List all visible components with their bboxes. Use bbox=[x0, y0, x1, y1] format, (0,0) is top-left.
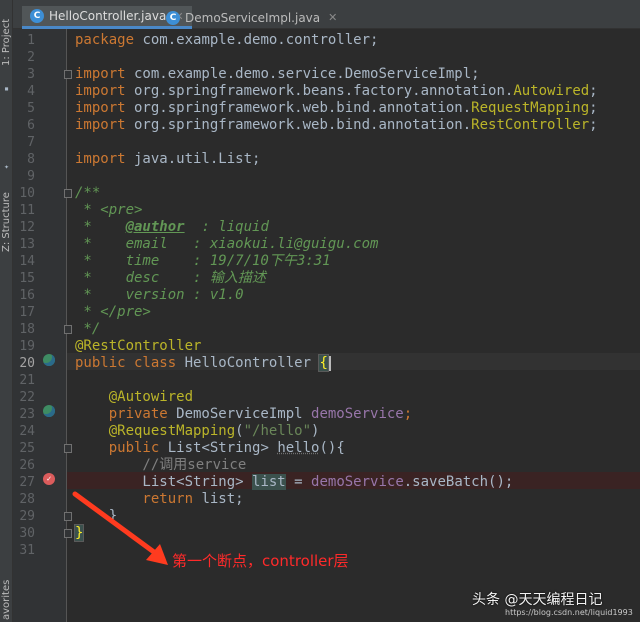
code-line-17: * </pre> bbox=[75, 304, 151, 320]
line-number: 12 bbox=[19, 220, 35, 235]
line-number: 7 bbox=[27, 135, 35, 150]
code-line-1: package com.example.demo.controller; bbox=[75, 32, 379, 48]
line-number: 4 bbox=[27, 84, 35, 99]
structure-icon: ▪ bbox=[4, 84, 9, 93]
code-line-6: import org.springframework.web.bind.anno… bbox=[75, 117, 598, 133]
code-line-13: * email : xiaokui.li@guigu.com bbox=[75, 236, 379, 252]
line-number: 24 bbox=[19, 424, 35, 439]
line-number: 13 bbox=[19, 237, 35, 252]
line-number: 21 bbox=[19, 373, 35, 388]
line-number: 30 bbox=[19, 526, 35, 541]
breakpoint-icon[interactable]: ✓ bbox=[43, 473, 55, 485]
code-line-3: import com.example.demo.service.DemoServ… bbox=[75, 66, 480, 82]
code-line-8: import java.util.List; bbox=[75, 151, 261, 167]
java-class-icon: C bbox=[30, 9, 44, 23]
annotation-label: 第一个断点，controller层 bbox=[172, 552, 349, 570]
line-number: 23 bbox=[19, 407, 35, 422]
line-number: 17 bbox=[19, 305, 35, 320]
editor-tab-bar: C HelloController.java ✕ C DemoServiceIm… bbox=[13, 0, 640, 29]
navigate-bean-icon[interactable] bbox=[43, 405, 55, 417]
line-number: 1 bbox=[27, 33, 35, 48]
code-line-27: List<String> list = demoService.saveBatc… bbox=[75, 474, 514, 490]
tab-label: DemoServiceImpl.java bbox=[185, 10, 321, 25]
line-number: 25 bbox=[19, 441, 35, 456]
code-line-16: * version : v1.0 bbox=[75, 287, 244, 303]
line-number: 8 bbox=[27, 152, 35, 167]
line-number: 26 bbox=[19, 458, 35, 473]
code-line-30: } bbox=[73, 524, 85, 542]
line-number: 9 bbox=[27, 169, 35, 184]
code-line-26: //调用service bbox=[75, 457, 247, 473]
code-line-23: private DemoServiceImpl demoService; bbox=[75, 406, 413, 422]
code-line-24: @RequestMapping("/hello") bbox=[75, 423, 320, 439]
line-number: 10 bbox=[19, 186, 35, 201]
line-number: 27 bbox=[19, 475, 35, 490]
structure-tool-label: Z: Structure bbox=[1, 192, 12, 252]
watermark-url: https://blog.csdn.net/liquid1993 bbox=[505, 608, 633, 617]
project-tool-tab[interactable]: 1: Project bbox=[0, 0, 13, 70]
code-line-12: * @author : liquid bbox=[75, 219, 269, 235]
line-number: 5 bbox=[27, 101, 35, 116]
code-line-14: * time : 19/7/10下午3:31 bbox=[75, 253, 331, 269]
line-number: 31 bbox=[19, 543, 35, 558]
hierarchy-icon: ✦ bbox=[4, 162, 9, 171]
code-line-19: @RestController bbox=[75, 338, 202, 354]
line-number: 11 bbox=[19, 203, 35, 218]
line-number: 19 bbox=[19, 339, 35, 354]
favorites-tool-tab[interactable]: avorites bbox=[0, 580, 13, 622]
watermark: 头条 @天天编程日记 bbox=[472, 592, 603, 608]
code-line-28: return list; bbox=[75, 491, 244, 507]
code-line-22: @Autowired bbox=[75, 389, 194, 405]
line-number: 2 bbox=[27, 50, 35, 65]
code-line-25: public List<String> hello(){ bbox=[75, 440, 345, 456]
project-tool-label: 1: Project bbox=[1, 18, 12, 66]
code-line-11: * <pre> bbox=[75, 202, 143, 218]
tab-label: HelloController.java bbox=[49, 9, 167, 23]
code-line-15: * desc : 输入描述 bbox=[75, 270, 266, 286]
code-line-10: /** bbox=[75, 185, 101, 201]
tool-window-strip: 1: Project ▪ Z: Structure ✦ avorites bbox=[0, 0, 13, 622]
code-line-5: import org.springframework.web.bind.anno… bbox=[75, 100, 598, 116]
line-number: 20 bbox=[19, 356, 35, 371]
java-class-icon: C bbox=[166, 10, 180, 25]
line-number: 3 bbox=[27, 67, 35, 82]
line-number: 22 bbox=[19, 390, 35, 405]
code-line-29: } bbox=[75, 508, 118, 524]
text-caret bbox=[328, 355, 331, 371]
code-line-4: import org.springframework.beans.factory… bbox=[75, 83, 598, 99]
line-number: 14 bbox=[19, 254, 35, 269]
code-line-18: */ bbox=[75, 321, 101, 337]
line-number: 18 bbox=[19, 322, 35, 337]
run-class-icon[interactable] bbox=[43, 354, 55, 366]
tab-demo-service-impl[interactable]: C DemoServiceImpl.java ✕ bbox=[158, 6, 345, 29]
code-editor[interactable]: package com.example.demo.controller; imp… bbox=[67, 29, 640, 622]
code-line-20: public class HelloController { bbox=[75, 354, 331, 372]
line-number: 28 bbox=[19, 492, 35, 507]
favorites-tool-label: avorites bbox=[1, 579, 12, 620]
editor-gutter[interactable]: 1 2 3 4 5 6 7 8 9 10 11 12 13 14 15 16 17 18 19 20 21 22 23 24 2… bbox=[13, 29, 72, 622]
line-number: 6 bbox=[27, 118, 35, 133]
line-number: 29 bbox=[19, 509, 35, 524]
close-icon[interactable]: ✕ bbox=[328, 11, 337, 24]
line-number: 15 bbox=[19, 271, 35, 286]
line-number: 16 bbox=[19, 288, 35, 303]
